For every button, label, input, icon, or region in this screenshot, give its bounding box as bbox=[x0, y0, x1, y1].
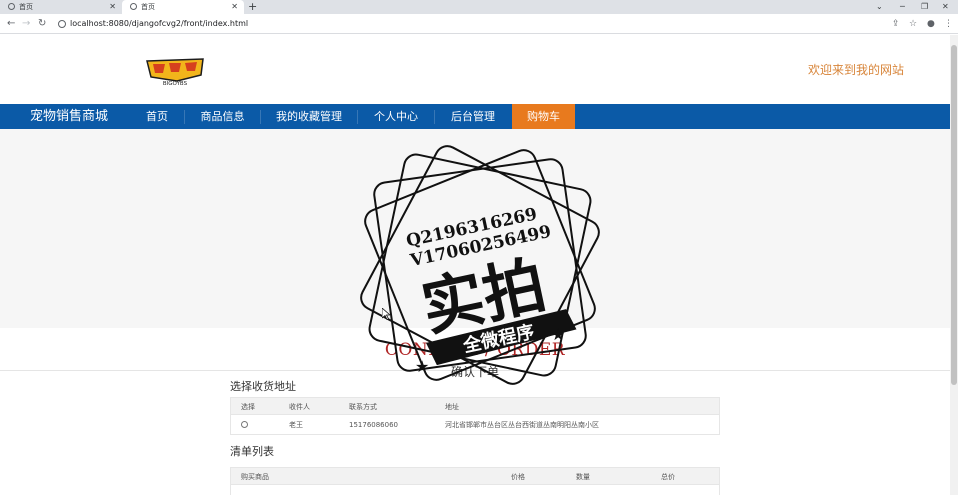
menu-icon[interactable]: ⋮ bbox=[944, 17, 953, 31]
recipient-cell: 老王 bbox=[289, 421, 303, 429]
minimize-icon[interactable]: ─ bbox=[900, 0, 905, 13]
back-icon[interactable]: ← bbox=[7, 17, 15, 31]
address-table: 选择 收件人 联系方式 地址 老王 15176086060 河北省邯郸市丛台区丛… bbox=[230, 397, 720, 435]
nav-item-profile[interactable]: 个人中心 bbox=[358, 104, 434, 129]
welcome-text: 欢迎来到我的网站 bbox=[808, 63, 905, 77]
star-icon[interactable]: ☆ bbox=[909, 17, 917, 31]
tab-title: 首页 bbox=[141, 3, 155, 11]
column-header: 购买商品 bbox=[241, 473, 269, 481]
column-header: 数量 bbox=[576, 473, 590, 481]
profile-icon[interactable]: ● bbox=[927, 17, 935, 31]
nav-item-favorites[interactable]: 我的收藏管理 bbox=[261, 104, 357, 129]
url-text: localhost:8080/djangofcvg2/front/index.h… bbox=[70, 19, 249, 28]
tab-title: 首页 bbox=[19, 3, 33, 11]
browser-tabstrip: 首页 ✕ 首页 ✕ + ⌄ ─ ❐ ✕ bbox=[0, 0, 958, 14]
items-table: 购买商品 价格 数量 总价 bbox=[230, 467, 720, 495]
table-row bbox=[230, 485, 720, 495]
close-icon[interactable]: ✕ bbox=[109, 0, 116, 14]
address-bar[interactable]: localhost:8080/djangofcvg2/front/index.h… bbox=[54, 16, 874, 32]
browser-tab-active[interactable]: 首页 ✕ bbox=[122, 0, 244, 14]
share-icon[interactable]: ⇪ bbox=[892, 17, 900, 31]
column-header: 价格 bbox=[511, 473, 525, 481]
browser-tab[interactable]: 首页 ✕ bbox=[0, 0, 122, 14]
column-header: 地址 bbox=[445, 403, 459, 411]
star-icon: ★ bbox=[415, 357, 429, 376]
table-header: 购买商品 价格 数量 总价 bbox=[230, 467, 720, 485]
site-logo[interactable]: BIGOYBS bbox=[143, 55, 207, 87]
nav-item-home[interactable]: 首页 bbox=[130, 104, 184, 129]
globe-icon bbox=[8, 3, 15, 10]
new-tab-button[interactable]: + bbox=[248, 0, 257, 13]
info-icon[interactable] bbox=[58, 20, 66, 28]
items-section-title: 清单列表 bbox=[230, 445, 274, 458]
column-header: 总价 bbox=[661, 473, 675, 481]
table-row[interactable]: 老王 15176086060 河北省邯郸市丛台区丛台西街道丛南明阳丛南小区 bbox=[230, 415, 720, 435]
column-header: 联系方式 bbox=[349, 403, 377, 411]
page-scrollbar[interactable] bbox=[950, 35, 958, 495]
phone-cell: 15176086060 bbox=[349, 421, 398, 429]
star-icon: ★ bbox=[551, 325, 565, 344]
forward-icon[interactable]: → bbox=[22, 17, 30, 31]
address-cell: 河北省邯郸市丛台区丛台西街道丛南明阳丛南小区 bbox=[445, 421, 599, 429]
nav-item-admin[interactable]: 后台管理 bbox=[435, 104, 511, 129]
chevron-down-icon[interactable]: ⌄ bbox=[876, 0, 883, 13]
nav-item-products[interactable]: 商品信息 bbox=[185, 104, 260, 129]
nav-item-cart[interactable]: 购物车 bbox=[512, 104, 575, 129]
mouse-cursor-icon bbox=[382, 308, 390, 320]
web-page: BIGOYBS 欢迎来到我的网站 宠物销售商城 首页 商品信息 我的收藏管理 个… bbox=[0, 35, 950, 495]
reload-icon[interactable]: ↻ bbox=[38, 17, 46, 31]
globe-icon bbox=[130, 3, 137, 10]
browser-toolbar: ← → ↻ localhost:8080/djangofcvg2/front/i… bbox=[0, 14, 958, 34]
close-window-icon[interactable]: ✕ bbox=[942, 0, 949, 13]
restore-icon[interactable]: ❐ bbox=[921, 0, 928, 13]
close-icon[interactable]: ✕ bbox=[231, 0, 238, 14]
scrollbar-thumb[interactable] bbox=[951, 45, 957, 385]
column-header: 收件人 bbox=[289, 403, 310, 411]
watermark-stamp: Q2196316269 V17060256499 实拍 全微程序 ★ ★ bbox=[360, 145, 600, 385]
address-radio[interactable] bbox=[241, 421, 248, 428]
table-header: 选择 收件人 联系方式 地址 bbox=[230, 397, 720, 415]
address-section-title: 选择收货地址 bbox=[230, 380, 296, 393]
logo-text: BIGOYBS bbox=[163, 81, 188, 87]
brand-name[interactable]: 宠物销售商城 bbox=[30, 104, 108, 129]
main-nav: 宠物销售商城 首页 商品信息 我的收藏管理 个人中心 后台管理 购物车 bbox=[0, 104, 950, 129]
column-header: 选择 bbox=[241, 403, 255, 411]
